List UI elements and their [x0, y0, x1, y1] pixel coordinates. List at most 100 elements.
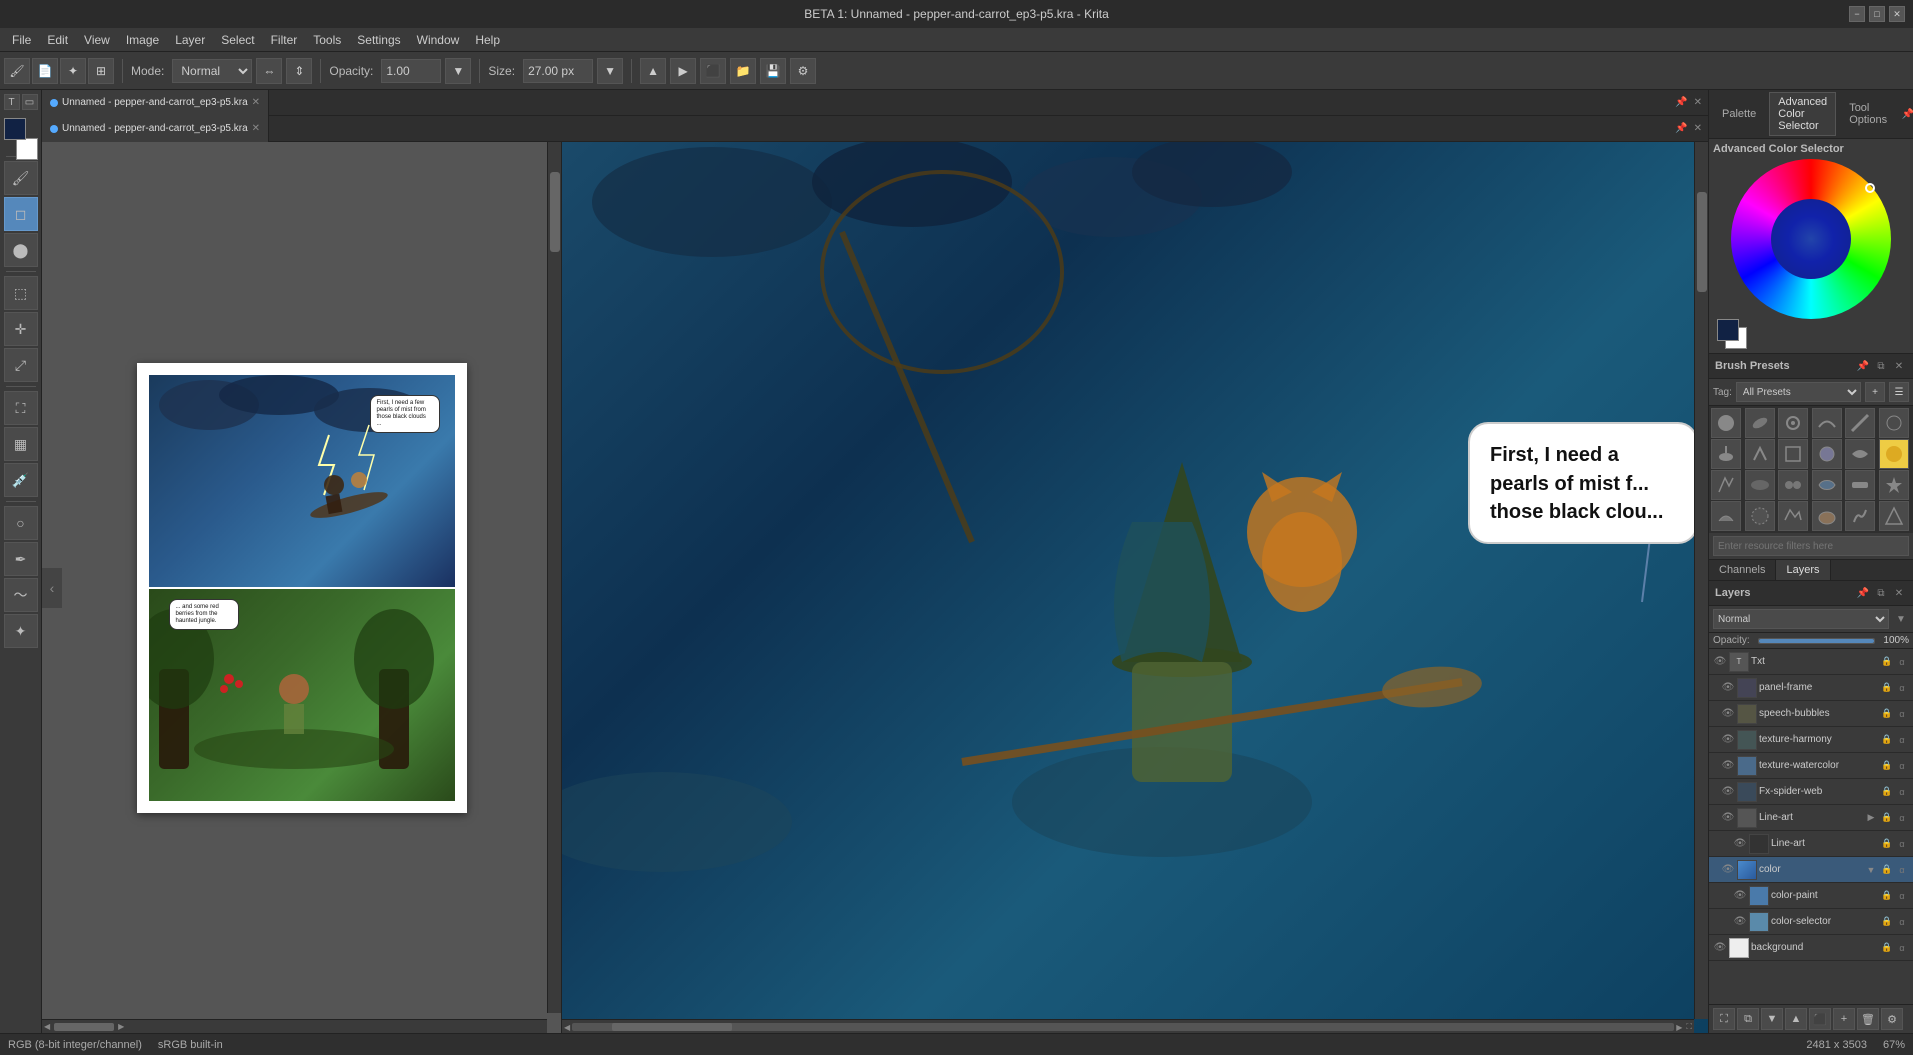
layer-vis-tw[interactable]: 👁 — [1721, 759, 1735, 773]
tab-left-doc[interactable]: Unnamed - pepper-and-carrot_ep3-p5.kra ✕ — [42, 90, 269, 116]
color-extra[interactable]: ⚙ — [790, 58, 816, 84]
layer-lock-th[interactable]: 🔒 — [1880, 733, 1894, 747]
background-color[interactable] — [16, 138, 38, 160]
layer-vis-cp[interactable]: 👁 — [1733, 889, 1747, 903]
layer-lock-sb[interactable]: 🔒 — [1880, 707, 1894, 721]
layer-vis-pf[interactable]: 👁 — [1721, 681, 1735, 695]
layer-lock-pf[interactable]: 🔒 — [1880, 681, 1894, 695]
layer-vis-cg[interactable]: 👁 — [1721, 863, 1735, 877]
layer-lock-cp[interactable]: 🔒 — [1880, 889, 1894, 903]
layer-alpha-cg[interactable]: α — [1895, 863, 1909, 877]
tool-selection[interactable]: ⬚ — [4, 276, 38, 310]
brush-preset-14[interactable] — [1745, 470, 1775, 500]
foreground-color[interactable] — [4, 118, 26, 140]
size-arrow[interactable]: ▼ — [597, 58, 623, 84]
brush-preset-22[interactable] — [1812, 501, 1842, 531]
menu-window[interactable]: Window — [409, 31, 468, 49]
fg-color-swatch[interactable] — [1717, 319, 1739, 341]
layer-merge-btn[interactable]: ⬛ — [1809, 1008, 1831, 1030]
brush-preset-19[interactable] — [1711, 501, 1741, 531]
tab-right-doc[interactable]: Unnamed - pepper-and-carrot_ep3-p5.kra ✕ — [42, 116, 269, 142]
canvas-right[interactable]: First, I need apearls of mist f...those … — [562, 142, 1708, 1033]
maximize-button[interactable]: □ — [1869, 6, 1885, 22]
layer-lock-sw[interactable]: 🔒 — [1880, 785, 1894, 799]
tab-close-btn[interactable]: ✕ — [1692, 95, 1704, 110]
layer-txt[interactable]: 👁 T Txt 🔒 α — [1709, 649, 1913, 675]
brush-preset-24[interactable] — [1879, 501, 1909, 531]
brush-preset-8[interactable] — [1745, 439, 1775, 469]
tab-pin[interactable]: 📌 — [1673, 95, 1689, 110]
layer-alpha-sb[interactable]: α — [1895, 707, 1909, 721]
palette-tab[interactable]: Palette — [1713, 104, 1765, 124]
tool-icon-1[interactable]: 🖌 — [4, 58, 30, 84]
layer-copy-btn[interactable]: ⧉ — [1737, 1008, 1759, 1030]
color-inner-gradient[interactable] — [1771, 199, 1851, 279]
layer-color-group[interactable]: 👁 color ▼ 🔒 α — [1709, 857, 1913, 883]
tool-eyedropper[interactable]: 💉 — [4, 463, 38, 497]
brush-preset-17[interactable] — [1845, 470, 1875, 500]
menu-settings[interactable]: Settings — [349, 31, 408, 49]
tool-gradient[interactable]: ▦ — [4, 427, 38, 461]
layer-alpha-la[interactable]: α — [1895, 837, 1909, 851]
layer-color-paint[interactable]: 👁 color-paint 🔒 α — [1709, 883, 1913, 909]
color-stop[interactable]: ⬛ — [700, 58, 726, 84]
menu-image[interactable]: Image — [118, 31, 167, 49]
menu-edit[interactable]: Edit — [39, 31, 76, 49]
layer-move-up-btn[interactable]: ▲ — [1785, 1008, 1807, 1030]
brush-preset-20[interactable] — [1745, 501, 1775, 531]
layer-vis-sw[interactable]: 👁 — [1721, 785, 1735, 799]
brush-search-input[interactable] — [1713, 536, 1909, 556]
mode-select[interactable]: Normal — [172, 59, 252, 83]
tool-brush[interactable]: 🖌 — [4, 161, 38, 195]
layer-lock-lag[interactable]: 🔒 — [1880, 811, 1894, 825]
brush-preset-2[interactable] — [1745, 408, 1775, 438]
layers-float[interactable]: ⧉ — [1873, 585, 1889, 601]
layer-lock-cg[interactable]: 🔒 — [1880, 863, 1894, 877]
layer-texture-harmony[interactable]: 👁 texture-harmony 🔒 α — [1709, 727, 1913, 753]
layer-lineart[interactable]: 👁 Line-art 🔒 α — [1709, 831, 1913, 857]
brush-preset-7[interactable] — [1711, 439, 1741, 469]
brush-preset-15[interactable] — [1778, 470, 1808, 500]
menu-tools[interactable]: Tools — [305, 31, 349, 49]
layer-move-down-btn[interactable]: ▼ — [1761, 1008, 1783, 1030]
layer-alpha-tw[interactable]: α — [1895, 759, 1909, 773]
layer-lock-txt[interactable]: 🔒 — [1880, 655, 1894, 669]
tool-text[interactable]: T — [4, 94, 20, 110]
layer-arrow-down[interactable]: ▼ — [1893, 611, 1909, 627]
color-indicator[interactable] — [1865, 183, 1875, 193]
layer-background[interactable]: 👁 background 🔒 α — [1709, 935, 1913, 961]
layer-vis-lag[interactable]: 👁 — [1721, 811, 1735, 825]
close-button[interactable]: ✕ — [1889, 6, 1905, 22]
color-wheel-container[interactable] — [1726, 159, 1896, 319]
canvas-left[interactable]: First, I need a few pearls of mist from … — [42, 142, 562, 1033]
scroll-h-left[interactable]: ◀ ▶ — [42, 1019, 547, 1033]
layer-spider-web[interactable]: 👁 Fx-spider-web 🔒 α — [1709, 779, 1913, 805]
canvas-nav-left[interactable]: ‹ — [42, 568, 62, 608]
layer-resize-btn[interactable]: ⛶ — [1713, 1008, 1735, 1030]
layer-texture-wc[interactable]: 👁 texture-watercolor 🔒 α — [1709, 753, 1913, 779]
layers-close[interactable]: ✕ — [1891, 585, 1907, 601]
layer-delete-btn[interactable]: 🗑 — [1857, 1008, 1879, 1030]
color-fg[interactable]: ▲ — [640, 58, 666, 84]
tool-fill[interactable]: ⬤ — [4, 233, 38, 267]
brush-view-btn[interactable]: ☰ — [1889, 382, 1909, 402]
brush-preset-11[interactable] — [1845, 439, 1875, 469]
tool-rect-select[interactable]: ▭ — [22, 94, 38, 110]
brush-preset-3[interactable] — [1778, 408, 1808, 438]
mirror-v-button[interactable]: ⇕ — [286, 58, 312, 84]
brush-preset-10[interactable] — [1812, 439, 1842, 469]
layers-tab[interactable]: Layers — [1776, 560, 1830, 580]
color-save[interactable]: 💾 — [760, 58, 786, 84]
color-wheel[interactable] — [1731, 159, 1891, 319]
tool-options-tab[interactable]: Tool Options — [1840, 98, 1896, 130]
tool-icon-4[interactable]: ⊞ — [88, 58, 114, 84]
brush-tag-select[interactable]: All Presets — [1736, 382, 1861, 402]
scroll-v-left[interactable] — [547, 142, 561, 1013]
layer-lock-tw[interactable]: 🔒 — [1880, 759, 1894, 773]
menu-view[interactable]: View — [76, 31, 118, 49]
layer-vis-cs[interactable]: 👁 — [1733, 915, 1747, 929]
layer-alpha-sw[interactable]: α — [1895, 785, 1909, 799]
menu-help[interactable]: Help — [467, 31, 508, 49]
layer-settings-btn[interactable]: ⚙ — [1881, 1008, 1903, 1030]
tab-close-right[interactable]: ✕ — [252, 123, 260, 134]
